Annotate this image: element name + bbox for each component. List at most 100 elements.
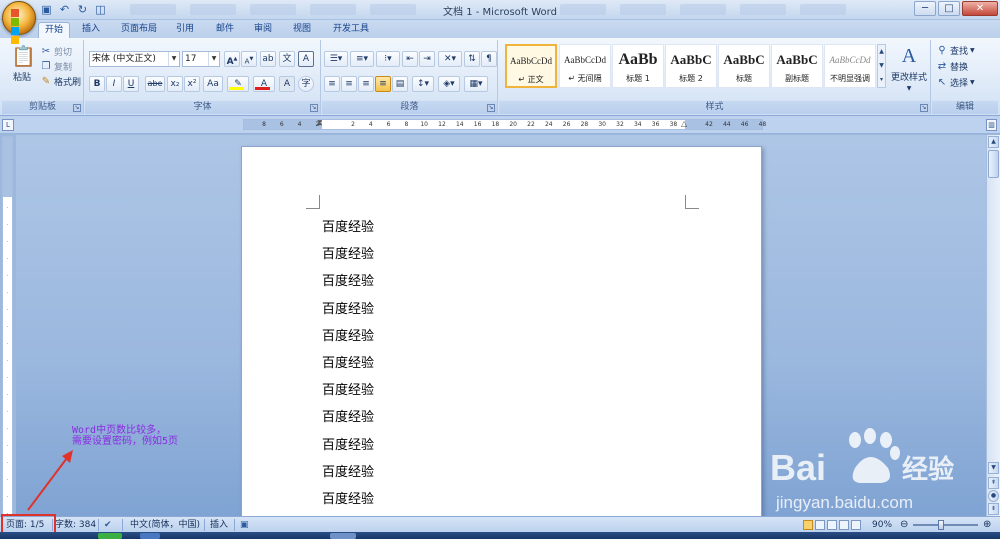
right-indent-icon[interactable]: △ — [681, 119, 687, 128]
highlight-button[interactable]: ✎ — [227, 76, 249, 92]
document-line[interactable]: 百度经验 — [322, 459, 374, 486]
find-button[interactable]: ⚲ 查找 ▼ — [936, 44, 974, 58]
horizontal-ruler[interactable]: 8 6 4 2 2 4 6 8 10 12 14 16 18 20 22 24 26 28 30 32 34 36 38 42… — [243, 118, 766, 130]
undo-icon[interactable]: ↶ — [58, 3, 71, 16]
save-icon[interactable]: ▣ — [40, 3, 53, 16]
document-line[interactable]: 百度经验 — [322, 323, 374, 350]
taskbar-item[interactable] — [140, 533, 160, 539]
font-color-button[interactable]: A — [253, 76, 275, 92]
subscript-button[interactable]: x₂ — [167, 76, 183, 92]
clear-format-icon[interactable]: ab — [260, 51, 276, 67]
scroll-up-icon[interactable]: ▲ — [988, 136, 999, 148]
increase-indent-icon[interactable]: ⇥ — [419, 51, 435, 67]
document-line[interactable]: 百度经验 — [322, 296, 374, 323]
font-size-combo[interactable]: 17 ▼ — [182, 51, 220, 67]
document-line[interactable]: 百度经验 — [322, 214, 374, 241]
grow-font-button[interactable]: A▲ — [224, 51, 240, 67]
justify-icon[interactable]: ≡ — [375, 76, 391, 92]
change-case-button[interactable]: Aa — [203, 76, 223, 92]
styles-gallery-scroll[interactable]: ▲ ▼ ▾ — [877, 44, 886, 88]
style-subtitle[interactable]: AaBbC 副标题 — [771, 44, 823, 88]
dialog-launcher-icon[interactable]: ↘ — [73, 104, 81, 112]
print-preview-icon[interactable]: ◫ — [94, 3, 107, 16]
outline-view-icon[interactable] — [839, 520, 849, 530]
document-page[interactable]: 百度经验 百度经验 百度经验 百度经验 百度经验 百度经验 百度经验 百度经验 百度经验 百度经验… — [241, 146, 762, 518]
language-status[interactable]: 中文(简体，中国) — [130, 519, 200, 531]
document-line[interactable]: 百度经验 — [322, 404, 374, 431]
zoom-slider-thumb[interactable] — [938, 520, 944, 530]
distributed-icon[interactable]: ▤ — [392, 76, 408, 92]
style-heading-1[interactable]: AaBb 标题 1 — [612, 44, 664, 88]
style-subtle-emphasis[interactable]: AaBbCcDd 不明显强调 — [824, 44, 876, 88]
copy-button[interactable]: ❐ 复制 — [40, 60, 73, 74]
underline-button[interactable]: U — [123, 76, 139, 92]
vertical-ruler[interactable]: · · · · · · · · · · · · · · · · · · · — [2, 136, 13, 517]
char-shading-icon[interactable]: A — [279, 76, 295, 92]
tab-insert[interactable]: 插入 — [76, 22, 106, 38]
web-layout-view-icon[interactable] — [827, 520, 837, 530]
decrease-indent-icon[interactable]: ⇤ — [402, 51, 418, 67]
document-line[interactable]: 百度经验 — [322, 241, 374, 268]
office-button[interactable] — [2, 1, 36, 44]
paste-button[interactable]: 📋 粘贴 — [8, 44, 36, 83]
sort-icon[interactable]: ⇅ — [464, 51, 480, 67]
style-title[interactable]: AaBbC 标题 — [718, 44, 770, 88]
proofing-icon[interactable]: ✔ — [104, 519, 112, 531]
redo-icon[interactable]: ↻ — [76, 3, 89, 16]
format-painter-button[interactable]: ✎ 格式刷 — [40, 75, 81, 89]
dialog-launcher-icon[interactable]: ↘ — [487, 104, 495, 112]
tab-page-layout[interactable]: 页面布局 — [115, 22, 163, 38]
tab-mailings[interactable]: 邮件 — [210, 22, 240, 38]
zoom-in-icon[interactable]: ⊕ — [983, 519, 991, 531]
document-body[interactable]: 百度经验 百度经验 百度经验 百度经验 百度经验 百度经验 百度经验 百度经验 百度经验 百度经验… — [322, 214, 374, 513]
taskbar-item[interactable] — [330, 533, 356, 539]
bold-button[interactable]: B — [89, 76, 105, 92]
tab-home[interactable]: 开始 — [38, 22, 71, 38]
document-line[interactable]: 百度经验 — [322, 432, 374, 459]
style-normal[interactable]: AaBbCcDd ↵ 正文 — [505, 44, 557, 88]
italic-button[interactable]: I — [106, 76, 122, 92]
insert-mode-status[interactable]: 插入 — [210, 519, 228, 531]
scroll-thumb[interactable] — [988, 150, 999, 178]
macro-record-icon[interactable]: ▣ — [240, 519, 249, 531]
change-styles-button[interactable]: A 更改样式 ▼ — [890, 44, 928, 92]
tab-view[interactable]: 视图 — [287, 22, 317, 38]
style-no-spacing[interactable]: AaBbCcDd ↵ 无间隔 — [559, 44, 611, 88]
bullets-icon[interactable]: ☰▾ — [324, 51, 348, 67]
select-button[interactable]: ↖ 选择 ▼ — [936, 76, 975, 90]
chinese-layout-icon[interactable]: ✕▾ — [438, 51, 462, 67]
document-line[interactable]: 百度经验 — [322, 377, 374, 404]
strikethrough-button[interactable]: abe — [145, 76, 165, 92]
view-ruler-icon[interactable]: ▥ — [986, 119, 997, 131]
char-border-icon[interactable]: A — [298, 51, 314, 67]
close-button[interactable]: ✕ — [962, 1, 998, 16]
print-layout-view-icon[interactable] — [803, 520, 813, 530]
maximize-button[interactable]: □ — [938, 1, 960, 16]
font-name-combo[interactable]: 宋体 (中文正文) ▼ — [89, 51, 180, 67]
taskbar-item[interactable] — [98, 533, 122, 539]
borders-icon[interactable]: ▦▾ — [464, 76, 488, 92]
shrink-font-button[interactable]: A▼ — [241, 51, 257, 67]
dialog-launcher-icon[interactable]: ↘ — [310, 104, 318, 112]
draft-view-icon[interactable] — [851, 520, 861, 530]
align-center-icon[interactable]: ≡ — [341, 76, 357, 92]
superscript-button[interactable]: x² — [184, 76, 200, 92]
document-line[interactable]: 百度经验 — [322, 486, 374, 513]
enclose-char-icon[interactable]: 字 — [298, 76, 314, 92]
phonetic-guide-icon[interactable]: 文 — [279, 51, 295, 67]
shading-icon[interactable]: ◈▾ — [438, 76, 460, 92]
document-line[interactable]: 百度经验 — [322, 350, 374, 377]
word-count-status[interactable]: 字数: 384 — [55, 519, 96, 531]
align-right-icon[interactable]: ≡ — [358, 76, 374, 92]
document-line[interactable]: 百度经验 — [322, 268, 374, 295]
zoom-out-icon[interactable]: ⊖ — [900, 519, 908, 531]
tab-developer[interactable]: 开发工具 — [327, 22, 375, 38]
show-marks-icon[interactable]: ¶ — [481, 51, 497, 67]
line-spacing-icon[interactable]: ↕▾ — [412, 76, 434, 92]
dialog-launcher-icon[interactable]: ↘ — [920, 104, 928, 112]
full-screen-view-icon[interactable] — [815, 520, 825, 530]
zoom-level[interactable]: 90% — [872, 519, 892, 531]
tab-references[interactable]: 引用 — [170, 22, 200, 38]
tab-selector-icon[interactable]: L — [2, 119, 14, 131]
cut-button[interactable]: ✂ 剪切 — [40, 45, 72, 59]
